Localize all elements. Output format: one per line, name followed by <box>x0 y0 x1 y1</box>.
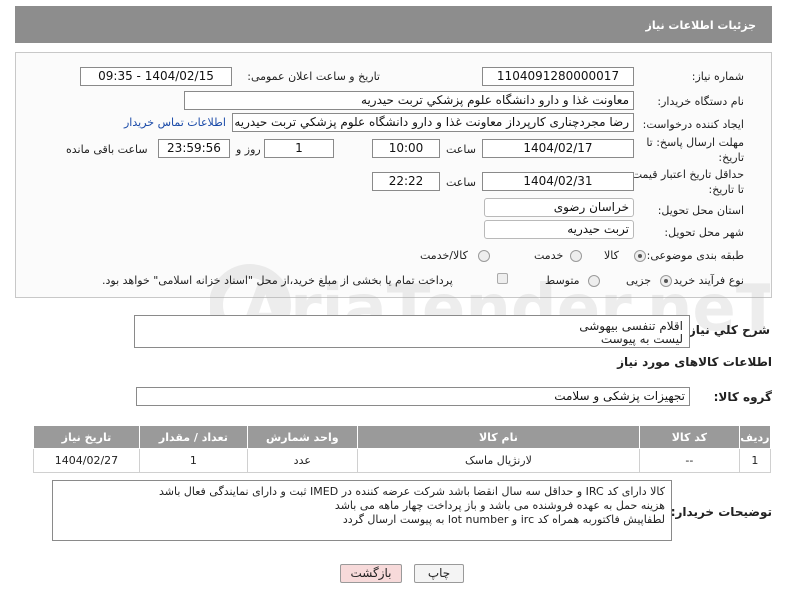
requester-value: رضا مجردچناری کارپرداز معاونت غذا و دارو… <box>232 113 634 132</box>
validity-time-value: 22:22 <box>372 172 440 191</box>
category-option-goods-service: کالا/خدمت <box>420 249 468 262</box>
city-label: شهر محل تحویل: <box>664 226 744 239</box>
cell-qty: 1 <box>138 448 248 473</box>
description-textarea[interactable]: اقلام تنفسی بیهوشی لیست به پیوست <box>134 315 690 348</box>
cell-code: -- <box>639 448 740 473</box>
buyer-notes-label: توضیحات خریدار: <box>670 505 772 519</box>
col-qty-header: تعداد / مقدار <box>138 425 248 449</box>
buyer-notes-line-1: کالا دارای کد IRC و حداقل سه سال انقضا ب… <box>158 485 665 498</box>
category-radio-goods[interactable] <box>634 250 646 262</box>
buyer-notes-line-2: هزینه حمل به عهده فروشنده می باشد و باز … <box>334 499 665 512</box>
category-label: طبقه بندی موضوعی: <box>646 249 744 262</box>
page-header: جزئیات اطلاعات نیاز <box>15 6 772 43</box>
announce-datetime-value: 1404/02/15 - 09:35 <box>80 67 232 86</box>
validity-time-label: ساعت <box>446 176 476 189</box>
treasury-payment-checkbox[interactable] <box>497 273 508 284</box>
days-and-label: روز و <box>236 143 261 156</box>
need-number-value: 1104091280000017 <box>482 67 634 86</box>
col-unit-header: واحد شمارش <box>246 425 358 449</box>
city-value: تربت حيدريه <box>484 220 634 239</box>
goods-group-label: گروه کالا: <box>713 390 772 404</box>
treasury-payment-note: پرداخت تمام یا بخشی از مبلغ خرید،از محل … <box>102 274 453 287</box>
goods-info-title: اطلاعات کالاهای مورد نیاز <box>617 355 772 369</box>
validity-label-line1: حداقل تاریخ اعتبار قیمت: <box>628 168 744 181</box>
deadline-date-value: 1404/02/17 <box>482 139 634 158</box>
table-row: 1 -- لارنژیال ماسک عدد 1 1404/02/27 <box>33 448 772 473</box>
deadline-time-value: 10:00 <box>372 139 440 158</box>
col-name-header: نام کالا <box>356 425 641 449</box>
need-number-label: شماره نیاز: <box>691 70 744 83</box>
col-row-header: ردیف <box>738 425 772 449</box>
print-button[interactable]: چاپ <box>414 564 464 583</box>
category-radio-service[interactable] <box>570 250 582 262</box>
process-type-label: نوع فرآیند خرید : <box>666 274 744 287</box>
days-value: 1 <box>264 139 334 158</box>
requester-label: ایجاد کننده درخواست: <box>642 118 744 131</box>
col-date-header: تاریخ نیاز <box>33 425 140 449</box>
process-option-minor: جزیی <box>626 274 652 287</box>
description-label: شرح کلي نياز: <box>684 323 770 337</box>
province-label: استان محل تحویل: <box>657 204 744 217</box>
goods-group-value: تجهیزات پزشکی و سلامت <box>136 387 690 406</box>
category-radio-goods-service[interactable] <box>478 250 490 262</box>
deadline-time-label: ساعت <box>446 143 476 156</box>
province-value: خراسان رضوی <box>484 198 634 217</box>
cell-date: 1404/02/27 <box>33 448 140 473</box>
cell-unit: عدد <box>246 448 358 473</box>
process-option-medium: متوسط <box>545 274 580 287</box>
cell-name: لارنژیال ماسک <box>356 448 641 473</box>
category-option-goods: کالا <box>604 249 619 262</box>
col-code-header: کد کالا <box>639 425 740 449</box>
remaining-time-value: 23:59:56 <box>158 139 230 158</box>
remaining-label: ساعت باقی مانده <box>66 143 148 156</box>
buyer-notes-textarea[interactable]: کالا دارای کد IRC و حداقل سه سال انقضا ب… <box>52 480 672 541</box>
validity-date-value: 1404/02/31 <box>482 172 634 191</box>
page-title: جزئیات اطلاعات نیاز <box>645 19 757 32</box>
validity-label-line2: تا تاریخ: <box>708 183 744 196</box>
announce-datetime-label: تاریخ و ساعت اعلان عمومی: <box>247 70 380 83</box>
description-line-2: لیست به پیوست <box>600 332 683 346</box>
buyer-org-value: معاونت غذا و دارو دانشگاه علوم پزشکي ترب… <box>184 91 634 110</box>
buyer-org-label: نام دستگاه خریدار: <box>657 95 744 108</box>
deadline-label-line1: مهلت ارسال پاسخ: تا <box>646 136 744 149</box>
category-option-service: خدمت <box>534 249 564 262</box>
process-radio-minor[interactable] <box>660 275 672 287</box>
cell-row: 1 <box>738 448 772 473</box>
goods-table-header-row: ردیف کد کالا نام کالا واحد شمارش تعداد /… <box>33 425 772 449</box>
contact-info-link[interactable]: اطلاعات تماس خریدار <box>124 116 226 129</box>
back-button[interactable]: بازگشت <box>340 564 402 583</box>
process-radio-medium[interactable] <box>588 275 600 287</box>
buyer-notes-line-3: لطفاپیش فاکتوربه همراه کد irc و lot numb… <box>342 513 665 526</box>
goods-table: ردیف کد کالا نام کالا واحد شمارش تعداد /… <box>33 425 772 473</box>
deadline-label-line2: تاریخ: <box>718 151 744 164</box>
